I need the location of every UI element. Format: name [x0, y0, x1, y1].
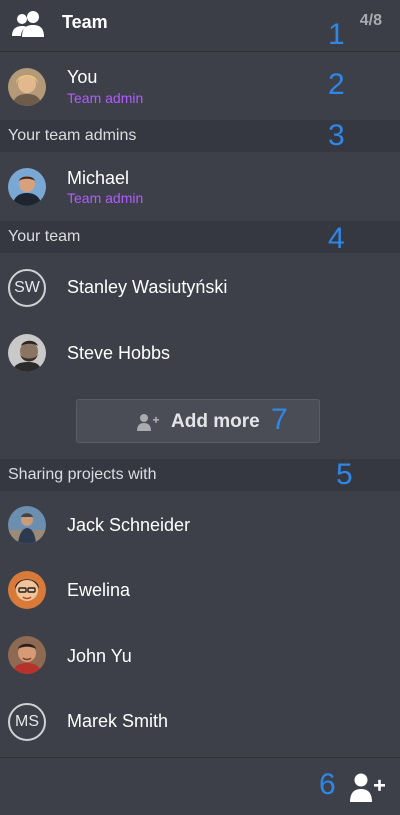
marker-6: 6: [319, 768, 336, 801]
member-name: You: [67, 67, 98, 87]
list-item-shared-user[interactable]: John Yu: [0, 622, 400, 688]
marker-4: 4: [328, 222, 345, 255]
member-name: John Yu: [67, 646, 132, 666]
marker-2: 2: [328, 68, 345, 101]
member-role: Team admin: [67, 190, 144, 206]
marker-7: 7: [271, 403, 288, 436]
marker-1: 1: [328, 18, 345, 51]
list-item-team-member[interactable]: Steve Hobbs: [0, 320, 400, 386]
member-name: Stanley Wasiutyński: [67, 277, 228, 297]
member-role: Team admin: [67, 90, 144, 106]
avatar: [8, 571, 46, 609]
marker-5: 5: [336, 458, 353, 491]
list-item-team-member[interactable]: SW Stanley Wasiutyński: [0, 255, 400, 321]
member-name: Ewelina: [67, 580, 131, 600]
footer: [0, 757, 400, 815]
avatar: [8, 168, 46, 206]
list-item-shared-user[interactable]: MS Marek Smith: [0, 687, 400, 753]
add-user-icon: [137, 414, 159, 431]
list-item-shared-user[interactable]: Jack Schneider: [0, 492, 400, 558]
page-title: Team: [62, 12, 108, 32]
member-name: Jack Schneider: [67, 515, 191, 535]
member-name: Steve Hobbs: [67, 343, 171, 363]
avatar: [8, 334, 46, 372]
section-label: Your team: [8, 228, 81, 245]
avatar: [8, 636, 46, 674]
avatar-initials: MS: [8, 703, 46, 741]
section-label: Sharing projects with: [8, 466, 157, 483]
add-user-icon[interactable]: [350, 772, 386, 802]
add-more-label: Add more: [171, 411, 260, 432]
list-item-admin[interactable]: Michael Team admin: [0, 154, 400, 220]
avatar-initials: SW: [8, 269, 46, 307]
avatar: [8, 506, 46, 544]
member-count: 4/8: [359, 12, 382, 29]
section-label: Your team admins: [8, 127, 137, 144]
marker-3: 3: [328, 119, 345, 152]
avatar: [8, 68, 46, 106]
member-name: Michael: [67, 168, 130, 188]
member-name: Marek Smith: [67, 711, 169, 731]
team-icon: [12, 11, 44, 37]
list-item-shared-user[interactable]: Ewelina: [0, 557, 400, 623]
